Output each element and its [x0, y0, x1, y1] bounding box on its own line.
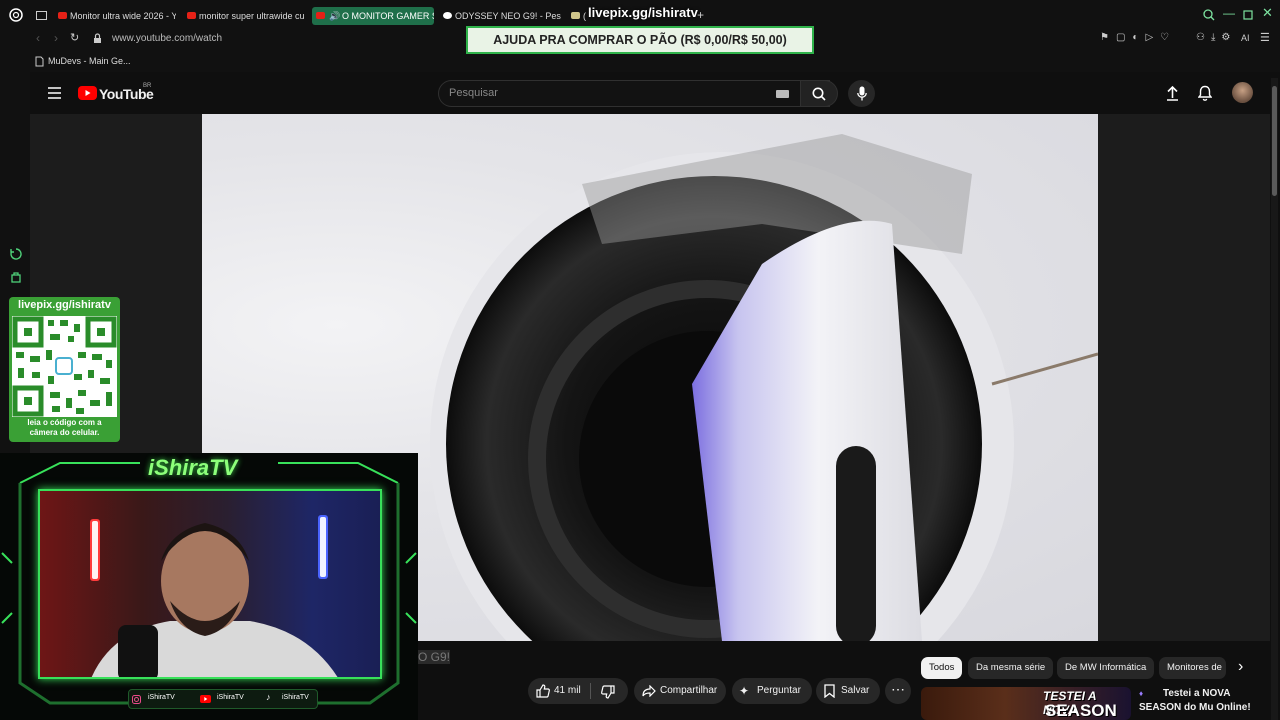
search-icon [812, 87, 826, 101]
donation-goal-banner: AJUDA PRA COMPRAR O PÃO (R$ 0,00/R$ 50,0… [466, 26, 814, 54]
youtube-favicon-icon [187, 12, 196, 19]
like-dislike-group: 41 mil [528, 678, 628, 704]
page-scrollbar[interactable] [1271, 78, 1278, 720]
youtube-logo-icon[interactable] [78, 86, 97, 100]
youtube-favicon-icon [316, 12, 325, 19]
search-button[interactable] [800, 80, 838, 107]
webcam-feed [38, 489, 382, 679]
qr-code-image [12, 316, 117, 417]
minimize-icon[interactable]: — [1223, 6, 1235, 20]
chip-same-series[interactable]: Da mesma série [968, 657, 1054, 679]
chip-mw-informatica[interactable]: De MW Informática [1057, 657, 1155, 679]
history-icon[interactable] [10, 248, 22, 260]
sparkle-icon: ✦ [739, 684, 750, 698]
save-button[interactable]: Salvar [816, 678, 880, 704]
chip-monitores[interactable]: Monitores de [1159, 657, 1226, 679]
webcam-image [90, 515, 338, 677]
like-icon[interactable] [536, 684, 550, 698]
new-tab-icon[interactable]: + [697, 8, 704, 22]
tab-overview-icon[interactable] [36, 11, 47, 20]
like-count[interactable]: 41 mil [554, 678, 581, 704]
tab-2-active[interactable]: 🔊 O MONITOR GAMER SI [312, 7, 434, 25]
livepix-handle: livepix.gg/ishiratv [588, 5, 698, 20]
url-text[interactable]: www.youtube.com/watch [112, 33, 222, 44]
thumbnail-text-2: SEASON [1045, 701, 1117, 720]
page-icon [35, 56, 44, 67]
instagram-icon [132, 695, 141, 704]
video-title-fragment: O G9! [418, 650, 451, 664]
ask-label: Perguntar [757, 685, 801, 696]
maximize-icon[interactable] [1243, 10, 1253, 20]
region-code: BR [143, 83, 152, 89]
share-icon [642, 685, 656, 697]
youtube-icon [200, 695, 211, 703]
qr-caption: leia o código com a câmera do celular. [27, 418, 102, 437]
search-tabs-icon[interactable] [1203, 9, 1215, 21]
search-placeholder: Pesquisar [449, 87, 498, 99]
webcam-title: iShiraTV [148, 455, 238, 480]
fire-icon: ♦ [1139, 689, 1144, 698]
search-input[interactable]: Pesquisar [438, 80, 830, 107]
lock-icon[interactable] [93, 33, 102, 44]
social-youtube-label: iShiraTV [217, 694, 244, 701]
recommendation-title-line2[interactable]: SEASON do Mu Online! [1139, 702, 1251, 713]
ask-button[interactable]: ✦ Perguntar [732, 678, 812, 704]
reload-icon[interactable]: ↻ [70, 31, 79, 44]
close-window-icon[interactable]: ✕ [1262, 5, 1273, 21]
recommendation-title-line1[interactable]: Testei a NOVA [1163, 688, 1230, 699]
save-label: Salvar [841, 685, 870, 696]
scrollbar-thumb[interactable] [1272, 86, 1277, 196]
tiktok-icon: ♪ [266, 692, 271, 702]
tab-4[interactable]: ( [569, 7, 589, 25]
youtube-favicon-icon [58, 12, 67, 19]
tab-1[interactable]: monitor super ultrawide cu [185, 7, 305, 25]
social-instagram-label: iShiraTV [148, 694, 175, 701]
divider [590, 683, 591, 699]
share-label: Compartilhar [660, 685, 718, 696]
toolbar-icons[interactable]: ⚑▢◐▷♡ [1100, 32, 1176, 43]
social-tiktok-label: iShiraTV [282, 694, 309, 701]
bookmark-icon [824, 684, 835, 698]
more-icon: ⋯ [891, 681, 905, 697]
more-actions-button[interactable]: ⋯ [885, 678, 911, 704]
qr-code [12, 316, 117, 417]
recommendation-thumbnail[interactable]: TESTEI A NOVA SEASON [921, 687, 1131, 720]
toolbar-icons-right[interactable]: ⚇⤓⚙ [1196, 32, 1236, 43]
tab-3[interactable]: ODYSSEY NEO G9! - Pesq [441, 7, 561, 25]
chips-next-icon[interactable]: › [1238, 658, 1243, 676]
speaker-icon[interactable]: 🔊 [329, 7, 340, 25]
google-favicon-icon [443, 12, 452, 19]
upload-icon[interactable] [1166, 85, 1179, 101]
youtube-header: YouTube BR Pesquisar [30, 72, 1270, 114]
extension-icon[interactable] [10, 272, 22, 284]
keyboard-icon[interactable] [776, 90, 789, 98]
notifications-bell-icon[interactable] [1198, 85, 1212, 101]
back-icon[interactable]: ‹ [36, 31, 40, 45]
bookmark-item[interactable]: MuDevs - Main Ge... [48, 56, 131, 66]
qr-title: livepix.gg/ishiratv [18, 299, 111, 311]
tab-0[interactable]: Monitor ultra wide 2026 - Y [56, 7, 176, 25]
hamburger-menu-icon[interactable] [48, 87, 61, 99]
voice-search-button[interactable] [848, 80, 875, 107]
share-button[interactable]: Compartilhar [634, 678, 726, 704]
tab-favicon-icon [571, 12, 580, 19]
browser-logo-icon[interactable] [9, 8, 23, 22]
forward-icon[interactable]: › [54, 31, 58, 45]
chip-todos[interactable]: Todos [921, 657, 963, 679]
dislike-icon[interactable] [601, 685, 615, 699]
microphone-icon [857, 86, 867, 101]
ai-button[interactable]: AI [1241, 33, 1250, 43]
avatar[interactable] [1232, 82, 1253, 103]
menu-icon[interactable]: ☰ [1260, 31, 1270, 44]
